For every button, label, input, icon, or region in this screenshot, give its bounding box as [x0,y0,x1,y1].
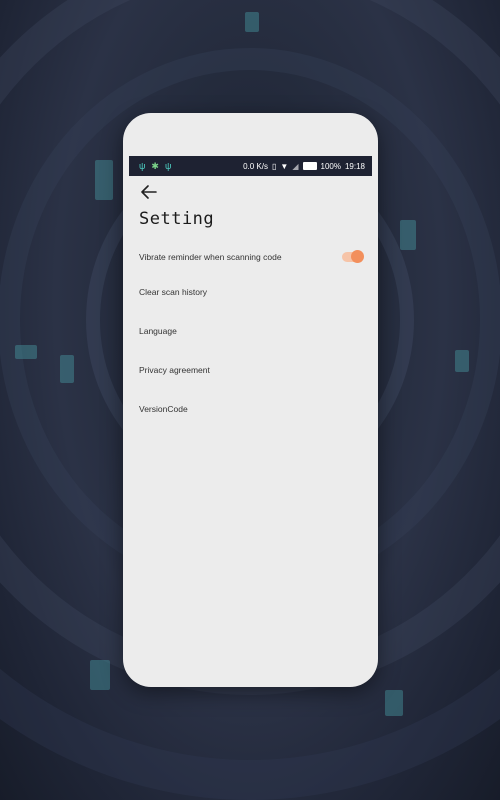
phone-screen: ψ ✱ ψ 0.0 K/s ▯ ▼ ◢ 100% 19:18 Setting V… [123,113,378,687]
settings-item-label: Clear scan history [139,286,208,297]
settings-list: Vibrate reminder when scanning code Clea… [123,242,378,428]
settings-item-version[interactable]: VersionCode [123,389,378,428]
settings-item-label: Vibrate reminder when scanning code [139,252,282,262]
battery-icon [302,162,317,170]
settings-item-label: Privacy agreement [139,364,210,375]
back-button[interactable] [138,181,160,203]
toggle-knob [351,250,364,263]
settings-screen: Setting Vibrate reminder when scanning c… [123,176,378,687]
wallpaper-shard [455,350,469,372]
usb-icon: ψ [139,160,146,171]
arrow-left-icon [141,185,157,199]
wallpaper-shard [90,660,110,690]
wifi-icon: ▼ [280,161,289,171]
settings-item-privacy[interactable]: Privacy agreement [123,350,378,389]
page-title: Setting [139,209,215,229]
vibrate-toggle[interactable] [342,250,364,263]
usb-icon: ψ [164,160,172,171]
status-bar: ψ ✱ ψ 0.0 K/s ▯ ▼ ◢ 100% 19:18 [129,156,372,176]
signal-icon: ◢ [292,161,299,171]
wallpaper-shard [15,345,37,359]
settings-item-language[interactable]: Language [123,311,378,350]
vibrate-icon: ▯ [272,161,277,171]
network-speed: 0.0 K/s [243,161,269,171]
clock: 19:18 [344,161,365,171]
wallpaper-shard [400,220,416,250]
battery-percent: 100% [320,161,341,171]
wallpaper-shard [95,160,113,200]
status-bar-right: 0.0 K/s ▯ ▼ ◢ 100% 19:18 [243,162,365,171]
settings-item-vibrate[interactable]: Vibrate reminder when scanning code [123,242,378,272]
settings-item-clear-history[interactable]: Clear scan history [123,272,378,311]
wallpaper-shard [60,355,74,383]
settings-item-label: Language [139,325,177,336]
wallpaper-shard [385,690,403,716]
wallpaper-shard [245,12,259,32]
notification-icon: ✱ [151,160,159,171]
settings-item-label: VersionCode [139,403,188,414]
status-bar-left: ψ ✱ ψ [139,160,172,171]
